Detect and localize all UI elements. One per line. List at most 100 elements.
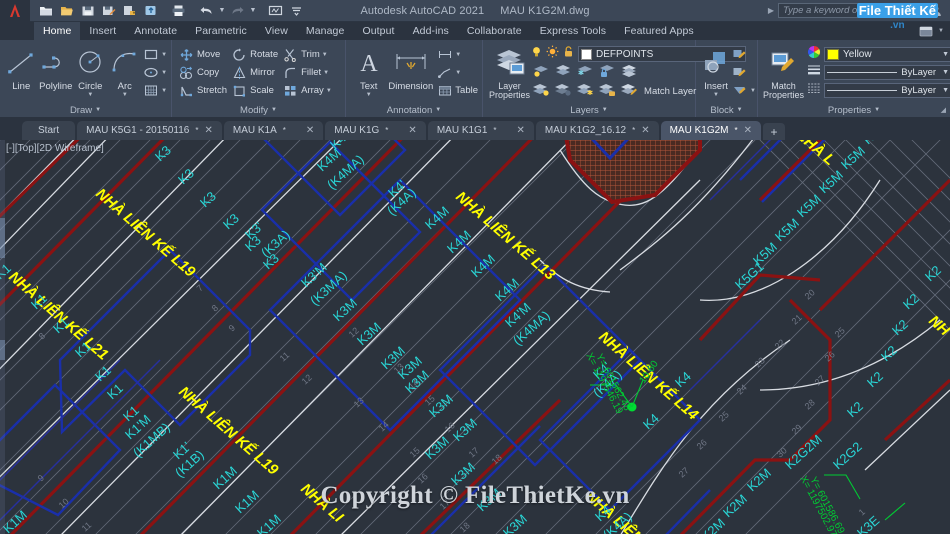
layer-properties-button[interactable]: Layer Properties	[489, 44, 530, 100]
color-dropdown-icon[interactable]: ▼	[942, 51, 950, 58]
unlock-icon[interactable]	[562, 45, 575, 63]
doc-tab-mau-k1g[interactable]: MAU K1G * ✕	[325, 121, 426, 140]
modify-fillet-button[interactable]: Fillet ▼	[282, 64, 332, 81]
hatch-dropdown-icon[interactable]: ▼	[161, 88, 167, 94]
ribbon-minimize-caret-icon[interactable]: ▼	[938, 28, 944, 34]
modify-rotate-button[interactable]: Rotate	[231, 46, 278, 63]
block-insert-button[interactable]: Insert ▼	[701, 44, 731, 98]
linetype-selector[interactable]: ByLayer ▼	[824, 64, 950, 80]
panel-block-expand-icon[interactable]: ▼	[737, 107, 743, 113]
doc-tab-mau-k1g2-1612[interactable]: MAU K1G2_16.12 * ✕	[535, 121, 659, 140]
new-tab-button[interactable]: +	[763, 123, 786, 140]
block-edit-attribute-button[interactable]: ▼	[731, 82, 756, 99]
trim-dropdown-icon[interactable]: ▼	[322, 52, 328, 58]
draw-arc-button[interactable]: Arc ▼	[108, 44, 143, 98]
layer-on-icon[interactable]	[532, 82, 550, 102]
sun-icon[interactable]	[546, 45, 559, 63]
modify-stretch-button[interactable]: Stretch	[178, 82, 227, 99]
drawing-canvas[interactable]: 7 8 9 8 9 10 11 12 13 14 15 16 11 12 12 …	[0, 140, 950, 534]
lineweight-dropdown-icon[interactable]: ▼	[942, 87, 950, 94]
export-icon[interactable]	[120, 1, 139, 20]
modify-move-button[interactable]: Move	[178, 46, 227, 63]
redo-icon[interactable]	[228, 1, 247, 20]
ribbon-tab-parametric[interactable]: Parametric	[186, 22, 256, 40]
ribbon-tab-addins[interactable]: Add-ins	[404, 22, 458, 40]
layer-current-icon[interactable]	[620, 82, 638, 102]
attribute-dropdown-icon[interactable]: ▼	[750, 88, 756, 94]
modify-mirror-button[interactable]: Mirror	[231, 64, 278, 81]
ribbon-tab-featured-apps[interactable]: Featured Apps	[615, 22, 703, 40]
match-properties-button[interactable]: Match Properties	[763, 44, 804, 100]
layer-unlock2-icon[interactable]	[598, 82, 616, 102]
ribbon-tab-express-tools[interactable]: Express Tools	[531, 22, 615, 40]
new-file-icon[interactable]	[36, 1, 55, 20]
viewport-controls-label[interactable]: [-][Top][2D Wireframe]	[6, 143, 104, 154]
draw-line-button[interactable]: Line	[4, 44, 39, 92]
ribbon-tab-home[interactable]: Home	[34, 22, 81, 40]
modify-array-button[interactable]: Array ▼	[282, 82, 332, 99]
ribbon-tab-manage[interactable]: Manage	[297, 22, 354, 40]
doc-tab-mau-k1a[interactable]: MAU K1A * ✕	[223, 121, 324, 140]
close-icon[interactable]: ✕	[517, 125, 525, 136]
panel-annotation-expand-icon[interactable]: ▼	[435, 107, 441, 113]
draw-rectangle-button[interactable]: ▼	[142, 46, 167, 63]
save-icon[interactable]	[78, 1, 97, 20]
lineweight-selector[interactable]: ByLayer ▼	[824, 82, 950, 98]
ellipse-dropdown-icon[interactable]: ▼	[161, 70, 167, 76]
annotation-text-button[interactable]: A Text ▼	[352, 44, 385, 98]
panel-properties-expand-icon[interactable]: ▼	[874, 107, 880, 113]
draw-ellipse-button[interactable]: ▼	[142, 64, 167, 81]
draw-arc-dropdown-icon[interactable]: ▼	[122, 92, 128, 98]
fillet-dropdown-icon[interactable]: ▼	[323, 70, 329, 76]
annotation-dimension-button[interactable]: Dimension	[385, 44, 436, 92]
doc-tab-mau-k5g1[interactable]: MAU K5G1 - 20150116 * ✕	[77, 121, 222, 140]
rectangle-dropdown-icon[interactable]: ▼	[161, 52, 167, 58]
close-icon[interactable]: ✕	[306, 125, 314, 136]
modify-scale-button[interactable]: Scale	[231, 82, 278, 99]
panel-modify-expand-icon[interactable]: ▼	[271, 107, 277, 113]
close-icon[interactable]: ✕	[204, 125, 212, 136]
ribbon-tab-annotate[interactable]: Annotate	[125, 22, 186, 40]
doc-tab-mau-k1g2m[interactable]: MAU K1G2M * ✕	[660, 121, 762, 140]
modify-copy-button[interactable]: Copy	[178, 64, 227, 81]
annotation-leader-button[interactable]: ▼	[436, 64, 478, 81]
block-edit-button[interactable]	[731, 64, 756, 81]
draw-polyline-button[interactable]: Polyline	[39, 44, 74, 92]
layer-unisolate-icon[interactable]	[554, 63, 572, 83]
annotation-table-button[interactable]: Table	[436, 82, 478, 99]
match-layer-label[interactable]: Match Layer	[644, 86, 696, 97]
ribbon-tab-output[interactable]: Output	[353, 22, 403, 40]
ribbon-tab-view[interactable]: View	[256, 22, 297, 40]
layer-thaw-icon[interactable]	[576, 82, 594, 102]
color-wheel-icon[interactable]	[807, 45, 821, 64]
annotation-linear-button[interactable]: ▼	[436, 46, 478, 63]
text-dropdown-icon[interactable]: ▼	[366, 92, 372, 98]
layer-freeze-icon[interactable]	[576, 63, 594, 83]
redo-dropdown-icon[interactable]: ▼	[249, 7, 257, 14]
doc-tab-mau-k1g1[interactable]: MAU K1G1 * ✕	[427, 121, 534, 140]
color-selector[interactable]: Yellow ▼	[824, 46, 950, 62]
cloud-upload-icon[interactable]	[141, 1, 160, 20]
lightbulb-on-icon[interactable]	[530, 45, 543, 63]
ribbon-tab-collaborate[interactable]: Collaborate	[458, 22, 531, 40]
workspace-icon[interactable]	[266, 1, 285, 20]
panel-layers-expand-icon[interactable]: ▼	[602, 107, 608, 113]
leader-dropdown-icon[interactable]: ▼	[455, 70, 461, 76]
layer-off-icon[interactable]	[554, 82, 572, 102]
draw-hatch-button[interactable]: ▼	[142, 82, 167, 99]
save-as-icon[interactable]	[99, 1, 118, 20]
close-icon[interactable]: ✕	[744, 125, 752, 136]
layer-merge-icon[interactable]	[620, 63, 638, 83]
layer-lock-icon[interactable]	[598, 63, 616, 83]
layer-isolate-icon[interactable]	[532, 63, 550, 83]
draw-circle-dropdown-icon[interactable]: ▼	[87, 92, 93, 98]
open-file-icon[interactable]	[57, 1, 76, 20]
close-icon[interactable]: ✕	[408, 125, 416, 136]
insert-dropdown-icon[interactable]: ▼	[713, 92, 719, 98]
ribbon-tab-insert[interactable]: Insert	[80, 22, 125, 40]
properties-dialog-launcher-icon[interactable]: ◢	[941, 106, 946, 114]
autocad-logo-button[interactable]	[0, 0, 30, 22]
modify-trim-button[interactable]: Trim ▼	[282, 46, 332, 63]
print-icon[interactable]	[169, 1, 188, 20]
doc-tab-start[interactable]: Start	[22, 121, 76, 140]
